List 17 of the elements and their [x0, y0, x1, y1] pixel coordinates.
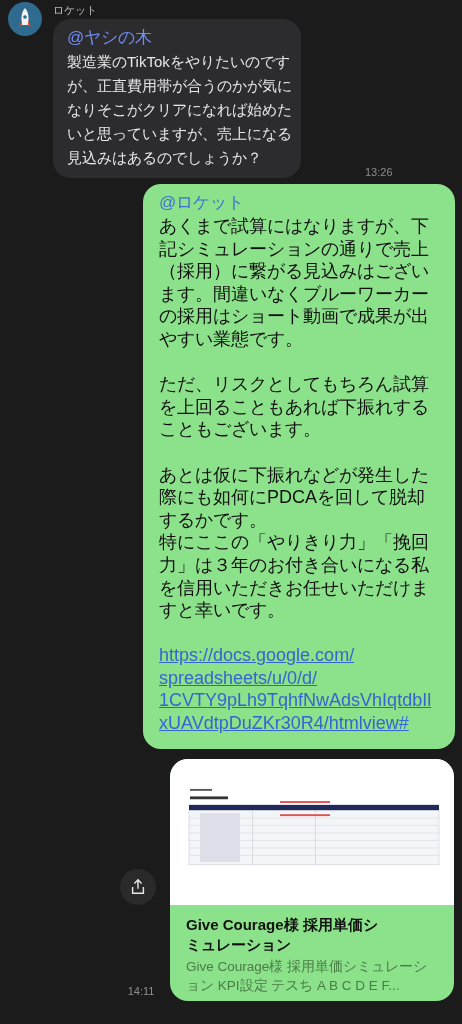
sender-name: ロケット — [53, 3, 98, 18]
link-description: Give Courage様 採用単価シミュレーション KPI設定 テスち A B C D E F... — [186, 957, 429, 995]
url-link[interactable]: https://docs.google.com/spreadsheets/u/0/d/1CVTY9pLh9TqhfNwAdsVhIqtdbIlxUAVdtpDuZKr30R4/htmlview# — [159, 644, 437, 735]
mention-link[interactable]: @ロケット — [159, 191, 245, 215]
message-text: 特にここの「やりきり力」「挽回力」は３年のお付き合いになる私を信用いただきお任せいただけますと幸いです。 — [159, 531, 430, 622]
message-text: あとは仮に下振れなどが発生した際にも如何にPDCAを回して脱却するかです。 — [159, 463, 430, 532]
link-title: Give Courage様 採用単価シミュレーション — [186, 914, 379, 955]
message-text: ただ、リスクとしてもちろん試算を上回ることもあれば下振れすることもございます。 — [159, 373, 430, 441]
message-text: あくまで試算にはなりますが、下記シミュレーションの通りで売上（採用）に繋がる見込みはございます。間違いなくブルーワーカーの採用はショート動画で成果が出やすい業態です。 — [159, 215, 430, 351]
timestamp: 14:11 — [126, 984, 155, 997]
share-button[interactable] — [120, 868, 156, 905]
message-text: 製造業のTikTokをやりたいのですが、正直費用帯が合うのかが気になりそこがクリアになれば始めたいと思っていますが、売上になる見込みはあるのでしょうか？ — [67, 52, 293, 168]
timestamp: 13:26 — [365, 166, 393, 178]
link-preview-card[interactable]: Give Courage様 採用単価シミュレーション Give Courage様 採用単価シミュレーション KPI設定 テスち A B C D E F... — [170, 758, 454, 1001]
mention-link[interactable]: @ヤシの木 — [67, 26, 153, 50]
avatar-icon[interactable] — [8, 2, 42, 36]
share-icon — [129, 877, 147, 896]
